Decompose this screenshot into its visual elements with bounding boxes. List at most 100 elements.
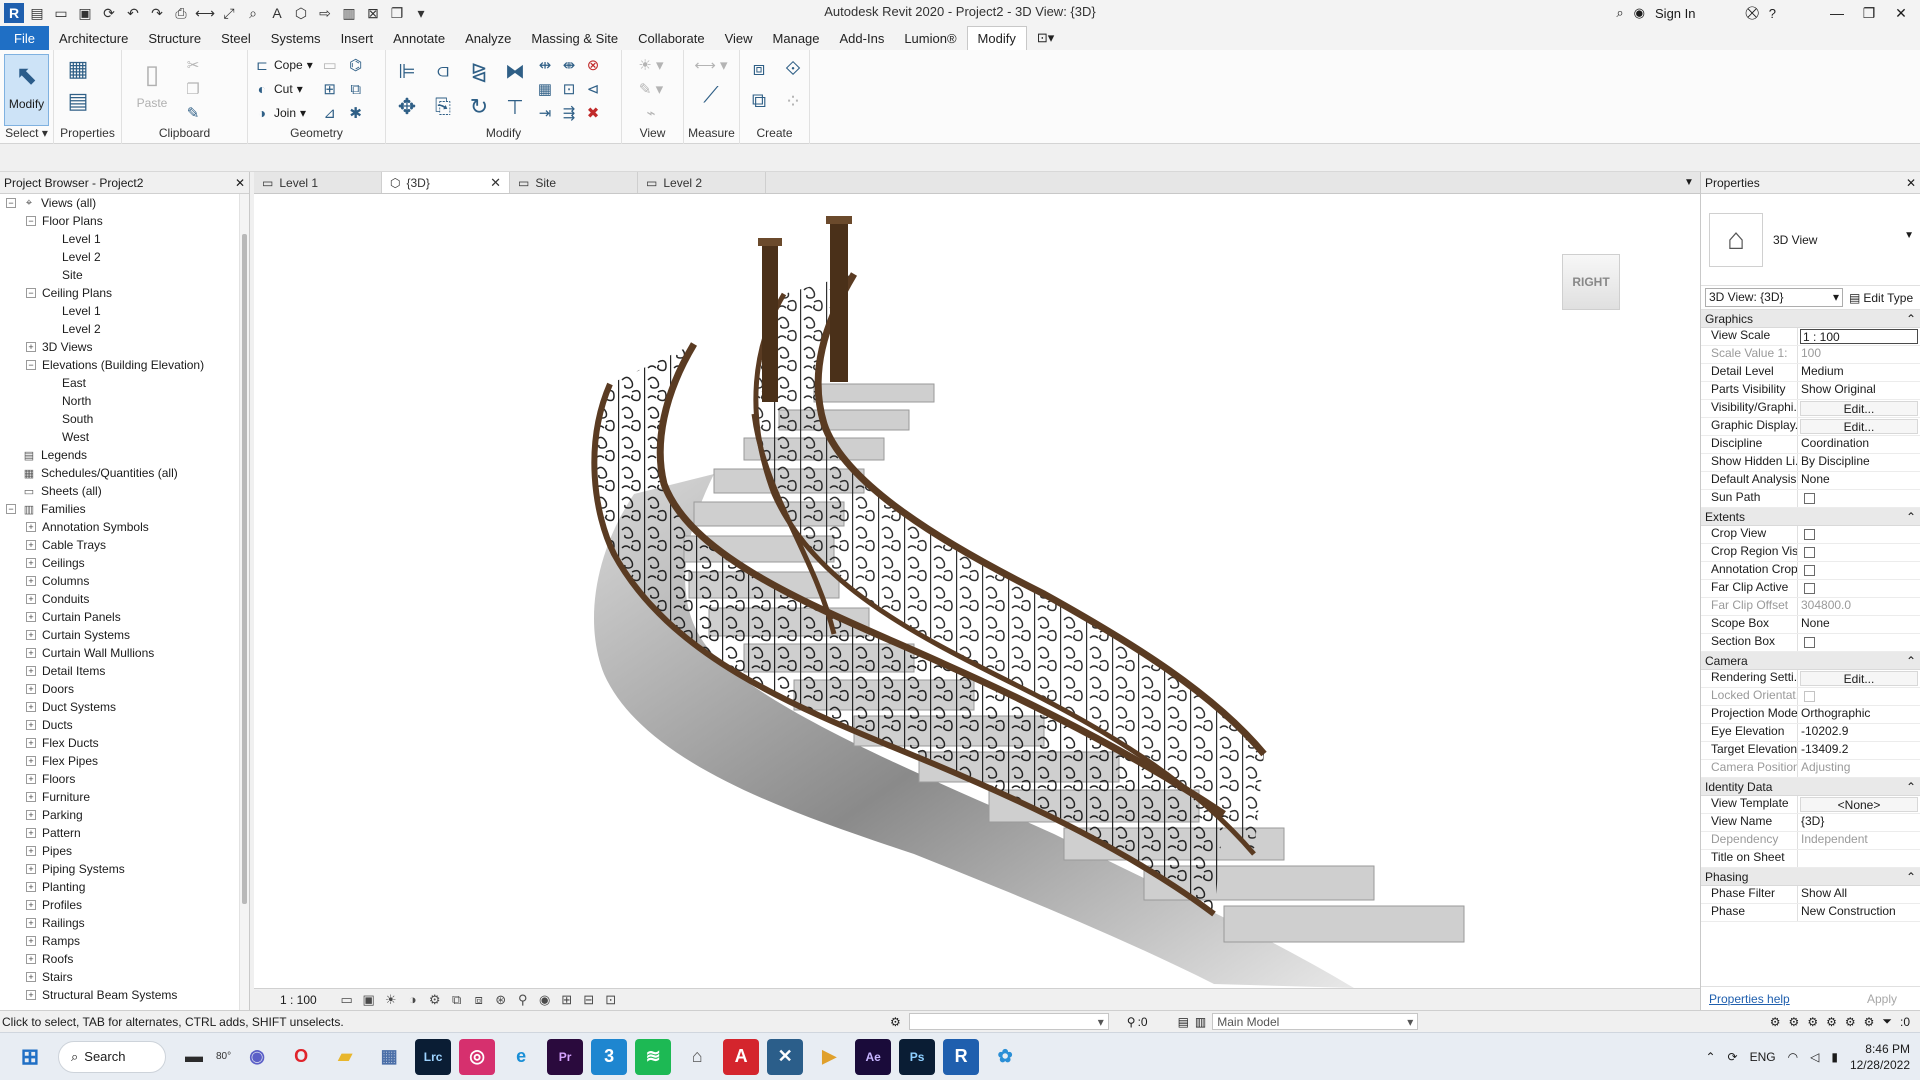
thin-lines-icon[interactable]: ▥ [338, 2, 360, 24]
browser-item[interactable]: − Elevations (Building Elevation) [0, 356, 249, 374]
property-value[interactable]: None [1798, 472, 1920, 489]
browser-item[interactable]: + Ducts [0, 716, 249, 734]
worksets-icon[interactable]: ⚙ [890, 1015, 901, 1029]
undo-icon[interactable]: ↶ [122, 2, 144, 24]
property-value[interactable]: By Discipline [1798, 454, 1920, 471]
property-value[interactable]: New Construction [1798, 904, 1920, 921]
clock[interactable]: 8:46 PM 12/28/2022 [1850, 1041, 1910, 1073]
paste-button[interactable]: ▯ Paste [126, 54, 178, 126]
browser-item[interactable]: + Structural Beam Systems [0, 986, 249, 1004]
lock-3d-icon[interactable]: ⊛ [493, 992, 509, 1008]
section-icon[interactable]: ⇨ [314, 2, 336, 24]
select-by-face-icon[interactable]: ⚙ [1826, 1015, 1837, 1029]
collapse-icon[interactable]: − [26, 216, 36, 226]
browser-item[interactable]: ▦ Schedules/Quantities (all) [0, 464, 249, 482]
browser-item[interactable]: + Duct Systems [0, 698, 249, 716]
teams-icon[interactable]: ◉ [239, 1039, 275, 1075]
app-x-icon[interactable]: ✕ [767, 1038, 804, 1075]
mirror-pick-axis-icon[interactable]: ⧎ [462, 54, 496, 88]
modify-button[interactable]: ⬉ Modify [4, 54, 49, 126]
tab-lumion[interactable]: Lumion® [894, 26, 966, 50]
browser-item[interactable]: + Flex Ducts [0, 734, 249, 752]
instagram-icon[interactable]: ◎ [459, 1038, 496, 1075]
offset-icon[interactable]: ⫏ [426, 54, 460, 88]
tag-icon[interactable]: ⌕ [242, 2, 264, 24]
property-checkbox[interactable] [1804, 583, 1815, 594]
properties-label[interactable]: Properties [54, 126, 121, 144]
trim-extend-icon[interactable]: ⊤ [498, 90, 532, 124]
design-option-dropdown[interactable]: Main Model ▾ [1212, 1013, 1419, 1030]
demolish-icon[interactable]: ⌬ [345, 54, 367, 76]
expand-icon[interactable]: + [26, 666, 36, 676]
tab-analyze[interactable]: Analyze [455, 26, 521, 50]
browser-item[interactable]: + Ramps [0, 932, 249, 950]
browser-item[interactable]: + Curtain Panels [0, 608, 249, 626]
browser-item[interactable]: ▭ Sheets (all) [0, 482, 249, 500]
select-dropdown[interactable]: Select ▾ [0, 126, 53, 144]
expand-icon[interactable]: + [26, 972, 36, 982]
browser-item[interactable]: + Conduits [0, 590, 249, 608]
shadows-icon[interactable]: ◑ [405, 992, 421, 1007]
tab-structure[interactable]: Structure [138, 26, 211, 50]
tab-collaborate[interactable]: Collaborate [628, 26, 715, 50]
property-value[interactable]: None [1798, 616, 1920, 633]
expand-icon[interactable]: + [26, 882, 36, 892]
collapse-icon[interactable]: − [26, 360, 36, 370]
pin-icon[interactable]: ⊲ [582, 78, 604, 100]
expand-icon[interactable]: + [26, 918, 36, 928]
browser-item[interactable]: Level 1 [0, 230, 249, 248]
tab-list-dropdown-icon[interactable]: ▼ [1678, 172, 1700, 193]
mirror-draw-axis-icon[interactable]: ⧓ [498, 54, 532, 88]
array-icon[interactable]: ▦ [534, 78, 556, 100]
linework-icon[interactable]: ⌁ [626, 102, 676, 124]
browser-item[interactable]: + Planting [0, 878, 249, 896]
property-value[interactable]: Show Original [1798, 382, 1920, 399]
unpin-icon[interactable]: ⊗ [582, 54, 604, 76]
browser-item[interactable]: + Stairs [0, 968, 249, 986]
create-parts-icon[interactable]: ⧉ [744, 86, 774, 116]
restore-button[interactable]: ❐ [1858, 5, 1880, 22]
globe-app-icon[interactable]: ✿ [987, 1039, 1023, 1075]
text-icon[interactable]: A [266, 2, 288, 24]
collapse-section-icon[interactable]: ⌃ [1906, 654, 1916, 668]
opera-icon[interactable]: O [283, 1039, 319, 1075]
language-indicator[interactable]: ENG [1750, 1050, 1776, 1064]
highlight-displacement-icon[interactable]: ⊟ [581, 992, 597, 1008]
copy-icon[interactable]: ❐ [182, 78, 204, 100]
browser-item[interactable]: East [0, 374, 249, 392]
analytical-model-icon[interactable]: ⊞ [559, 992, 575, 1008]
property-value[interactable]: Orthographic [1798, 706, 1920, 723]
browser-item[interactable]: + Curtain Wall Mullions [0, 644, 249, 662]
expand-icon[interactable]: + [26, 630, 36, 640]
tab-site[interactable]: ▭ Site [510, 172, 638, 193]
app-3-icon[interactable]: 3 [591, 1038, 628, 1075]
browser-item[interactable]: + Parking [0, 806, 249, 824]
trim-multiple-icon[interactable]: ⇶ [558, 102, 580, 124]
expand-icon[interactable]: + [26, 594, 36, 604]
expand-icon[interactable]: + [26, 720, 36, 730]
property-value[interactable]: {3D} [1798, 814, 1920, 831]
expand-icon[interactable]: + [26, 756, 36, 766]
trim-single-icon[interactable]: ⇥ [534, 102, 556, 124]
align-icon[interactable]: ⊫ [390, 54, 424, 88]
browser-item[interactable]: + Doors [0, 680, 249, 698]
tab-manage[interactable]: Manage [763, 26, 830, 50]
tab-systems[interactable]: Systems [261, 26, 331, 50]
app-hat-icon[interactable]: ⌂ [679, 1039, 715, 1075]
dimension-aligned-icon[interactable]: ⟋ [688, 78, 734, 112]
collapse-section-icon[interactable]: ⌃ [1906, 870, 1916, 884]
scrollbar-thumb[interactable] [242, 234, 247, 904]
browser-item[interactable]: + Curtain Systems [0, 626, 249, 644]
tab-view[interactable]: View [715, 26, 763, 50]
tab-steel[interactable]: Steel [211, 26, 261, 50]
3d-view-icon[interactable]: ⬡ [290, 2, 312, 24]
expand-icon[interactable]: + [26, 846, 36, 856]
sign-in-link[interactable]: Sign In [1655, 6, 1695, 21]
reveal-constraints-icon[interactable]: ⊡ [603, 992, 619, 1008]
browser-item[interactable]: Level 1 [0, 302, 249, 320]
3d-view-canvas[interactable]: RIGHT [254, 194, 1700, 988]
collapse-section-icon[interactable]: ⌃ [1906, 780, 1916, 794]
visual-style-icon[interactable]: ▣ [361, 992, 377, 1008]
property-value[interactable]: -13409.2 [1798, 742, 1920, 759]
measure-between-icon[interactable]: ⟷ ▾ [688, 54, 734, 76]
